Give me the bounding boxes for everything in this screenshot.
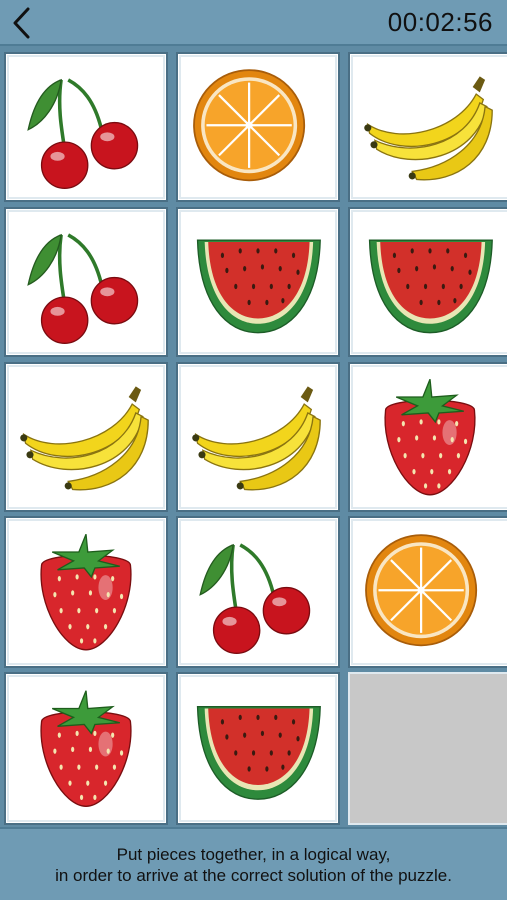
tile-strawberry[interactable] <box>4 672 168 825</box>
watermelon-icon <box>368 239 493 334</box>
tile-banana[interactable] <box>348 52 507 202</box>
tile-cherry[interactable] <box>4 207 168 357</box>
back-button[interactable] <box>6 4 40 42</box>
tile-watermelon[interactable] <box>176 207 340 357</box>
cherry-icon <box>27 78 139 189</box>
strawberry-icon <box>384 378 476 496</box>
tile-cherry[interactable] <box>176 516 340 668</box>
tile-strawberry[interactable] <box>4 516 168 668</box>
tile-orange[interactable] <box>348 516 507 668</box>
tile-cherry[interactable] <box>4 52 168 202</box>
orange-icon <box>365 534 478 647</box>
instructions-line-2: in order to arrive at the correct soluti… <box>55 866 452 885</box>
tile-watermelon[interactable] <box>176 672 340 825</box>
empty-slot[interactable] <box>348 672 507 825</box>
timer: 00:02:56 <box>387 7 493 37</box>
watermelon-icon <box>196 706 321 800</box>
chevron-left-icon <box>13 7 30 39</box>
tile-watermelon[interactable] <box>348 207 507 357</box>
instructions: Put pieces together, in a logical way, i… <box>0 827 507 900</box>
strawberry-icon <box>40 533 132 651</box>
cherry-icon <box>199 543 311 655</box>
tile-banana[interactable] <box>4 362 168 512</box>
tile-strawberry[interactable] <box>348 362 507 512</box>
watermelon-icon <box>196 239 321 334</box>
puzzle-board <box>0 46 507 827</box>
banana-icon <box>20 386 149 491</box>
tile-orange[interactable] <box>176 52 340 202</box>
tile-banana[interactable] <box>176 362 340 512</box>
top-bar: 00:02:56 <box>0 0 507 46</box>
instructions-line-1: Put pieces together, in a logical way, <box>116 845 391 864</box>
orange-icon <box>193 69 306 182</box>
banana-icon <box>364 76 493 181</box>
strawberry-icon <box>40 690 132 807</box>
banana-icon <box>192 386 321 491</box>
cherry-icon <box>27 233 139 344</box>
